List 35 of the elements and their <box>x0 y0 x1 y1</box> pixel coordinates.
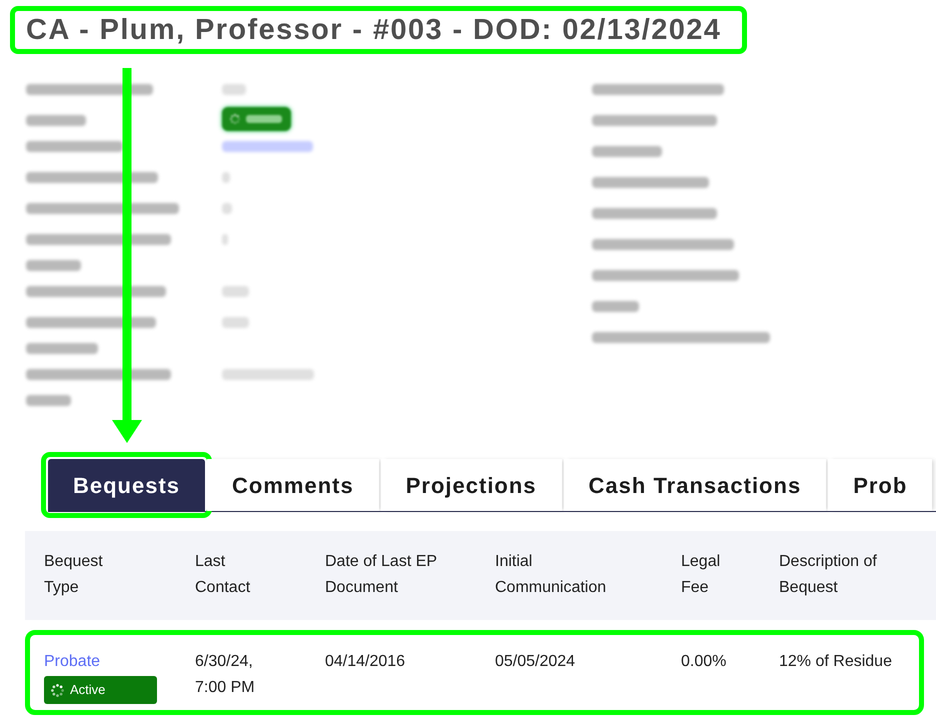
column-header: Legal Fee <box>681 552 722 598</box>
table-cell-text: 04/14/2016 <box>325 652 406 672</box>
column-header: Initial Communication <box>495 552 608 598</box>
table-cell-text: 0.00% <box>681 652 728 672</box>
tab[interactable]: Projections <box>380 459 562 511</box>
tab[interactable]: Cash Transactions <box>564 459 826 511</box>
tab[interactable]: Prob <box>828 459 932 511</box>
spinner-icon <box>230 114 240 124</box>
redacted-label <box>592 146 662 156</box>
redacted-label <box>26 342 98 354</box>
column-header: Bequest Type <box>44 552 104 598</box>
column-header: Description of Bequest <box>779 552 878 598</box>
tab[interactable]: Comments <box>207 459 379 511</box>
redacted-label <box>26 114 86 126</box>
tab[interactable]: Bequests <box>48 459 206 511</box>
redacted-value <box>222 316 249 328</box>
redacted-text <box>246 115 282 123</box>
table-cell-text: 6/30/24, 7:00 PM <box>195 652 256 698</box>
redacted-value <box>222 84 246 94</box>
column-header: Date of Last EP Document <box>325 552 438 598</box>
redacted-value <box>222 202 232 214</box>
table-cell-text: 05/05/2024 <box>495 652 576 672</box>
redacted-value <box>222 286 249 296</box>
spinner-icon <box>51 684 64 696</box>
redacted-value <box>222 172 230 182</box>
column-header: Last Contact <box>195 552 252 598</box>
page-title: CA - Plum, Professor - #003 - DOD: 02/13/2024 <box>25 13 722 48</box>
status-label: Active <box>70 682 106 698</box>
bequest-type-link[interactable]: Probate <box>44 649 100 675</box>
redacted-label <box>592 300 639 312</box>
redacted-label <box>26 260 81 270</box>
redacted-label <box>26 394 71 406</box>
redacted-link[interactable] <box>222 140 313 152</box>
table-cell-text: 12% of Residue <box>779 652 893 672</box>
redacted-value <box>222 234 228 244</box>
